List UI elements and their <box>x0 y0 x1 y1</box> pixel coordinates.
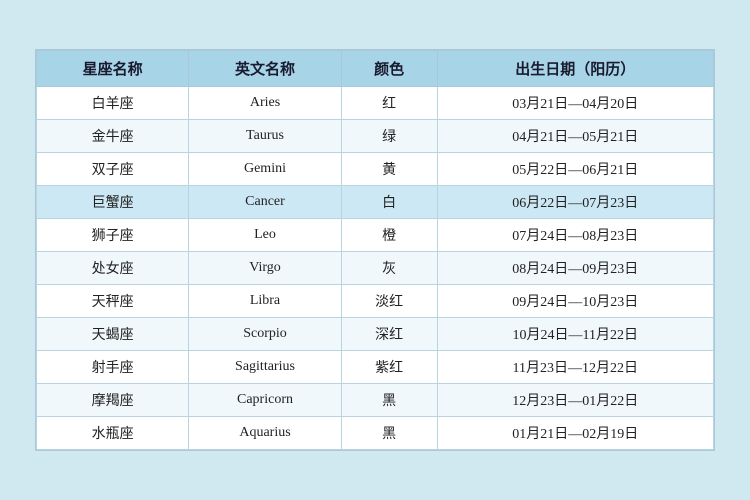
cell-chinese-name: 巨蟹座 <box>37 186 189 219</box>
cell-english-name: Cancer <box>189 186 341 219</box>
header-color: 颜色 <box>341 51 437 87</box>
cell-dates: 05月22日—06月21日 <box>437 153 713 186</box>
cell-chinese-name: 金牛座 <box>37 120 189 153</box>
cell-chinese-name: 天蝎座 <box>37 318 189 351</box>
cell-color: 绿 <box>341 120 437 153</box>
cell-chinese-name: 双子座 <box>37 153 189 186</box>
cell-dates: 06月22日—07月23日 <box>437 186 713 219</box>
table-row: 射手座Sagittarius紫红11月23日—12月22日 <box>37 351 714 384</box>
table-row: 巨蟹座Cancer白06月22日—07月23日 <box>37 186 714 219</box>
cell-color: 深红 <box>341 318 437 351</box>
table-row: 狮子座Leo橙07月24日—08月23日 <box>37 219 714 252</box>
cell-dates: 07月24日—08月23日 <box>437 219 713 252</box>
cell-color: 灰 <box>341 252 437 285</box>
cell-english-name: Virgo <box>189 252 341 285</box>
cell-dates: 09月24日—10月23日 <box>437 285 713 318</box>
cell-chinese-name: 水瓶座 <box>37 417 189 450</box>
cell-dates: 10月24日—11月22日 <box>437 318 713 351</box>
cell-english-name: Sagittarius <box>189 351 341 384</box>
cell-chinese-name: 处女座 <box>37 252 189 285</box>
table-row: 天蝎座Scorpio深红10月24日—11月22日 <box>37 318 714 351</box>
cell-color: 紫红 <box>341 351 437 384</box>
cell-color: 黑 <box>341 384 437 417</box>
header-english-name: 英文名称 <box>189 51 341 87</box>
cell-english-name: Capricorn <box>189 384 341 417</box>
cell-dates: 04月21日—05月21日 <box>437 120 713 153</box>
table-row: 白羊座Aries红03月21日—04月20日 <box>37 87 714 120</box>
cell-chinese-name: 摩羯座 <box>37 384 189 417</box>
cell-chinese-name: 白羊座 <box>37 87 189 120</box>
header-chinese-name: 星座名称 <box>37 51 189 87</box>
table-row: 天秤座Libra淡红09月24日—10月23日 <box>37 285 714 318</box>
table-row: 处女座Virgo灰08月24日—09月23日 <box>37 252 714 285</box>
table-header-row: 星座名称 英文名称 颜色 出生日期（阳历） <box>37 51 714 87</box>
cell-english-name: Aries <box>189 87 341 120</box>
header-dates: 出生日期（阳历） <box>437 51 713 87</box>
cell-dates: 08月24日—09月23日 <box>437 252 713 285</box>
cell-english-name: Gemini <box>189 153 341 186</box>
cell-english-name: Leo <box>189 219 341 252</box>
cell-dates: 03月21日—04月20日 <box>437 87 713 120</box>
cell-english-name: Libra <box>189 285 341 318</box>
cell-color: 黑 <box>341 417 437 450</box>
cell-color: 白 <box>341 186 437 219</box>
table-row: 双子座Gemini黄05月22日—06月21日 <box>37 153 714 186</box>
cell-english-name: Aquarius <box>189 417 341 450</box>
cell-english-name: Taurus <box>189 120 341 153</box>
table-row: 摩羯座Capricorn黑12月23日—01月22日 <box>37 384 714 417</box>
table-row: 水瓶座Aquarius黑01月21日—02月19日 <box>37 417 714 450</box>
cell-dates: 01月21日—02月19日 <box>437 417 713 450</box>
zodiac-table: 星座名称 英文名称 颜色 出生日期（阳历） 白羊座Aries红03月21日—04… <box>36 50 714 450</box>
cell-dates: 11月23日—12月22日 <box>437 351 713 384</box>
cell-chinese-name: 射手座 <box>37 351 189 384</box>
cell-color: 红 <box>341 87 437 120</box>
cell-chinese-name: 天秤座 <box>37 285 189 318</box>
cell-color: 淡红 <box>341 285 437 318</box>
table-row: 金牛座Taurus绿04月21日—05月21日 <box>37 120 714 153</box>
cell-color: 黄 <box>341 153 437 186</box>
zodiac-table-wrapper: 星座名称 英文名称 颜色 出生日期（阳历） 白羊座Aries红03月21日—04… <box>35 49 715 451</box>
cell-color: 橙 <box>341 219 437 252</box>
table-body: 白羊座Aries红03月21日—04月20日金牛座Taurus绿04月21日—0… <box>37 87 714 450</box>
cell-dates: 12月23日—01月22日 <box>437 384 713 417</box>
cell-chinese-name: 狮子座 <box>37 219 189 252</box>
cell-english-name: Scorpio <box>189 318 341 351</box>
